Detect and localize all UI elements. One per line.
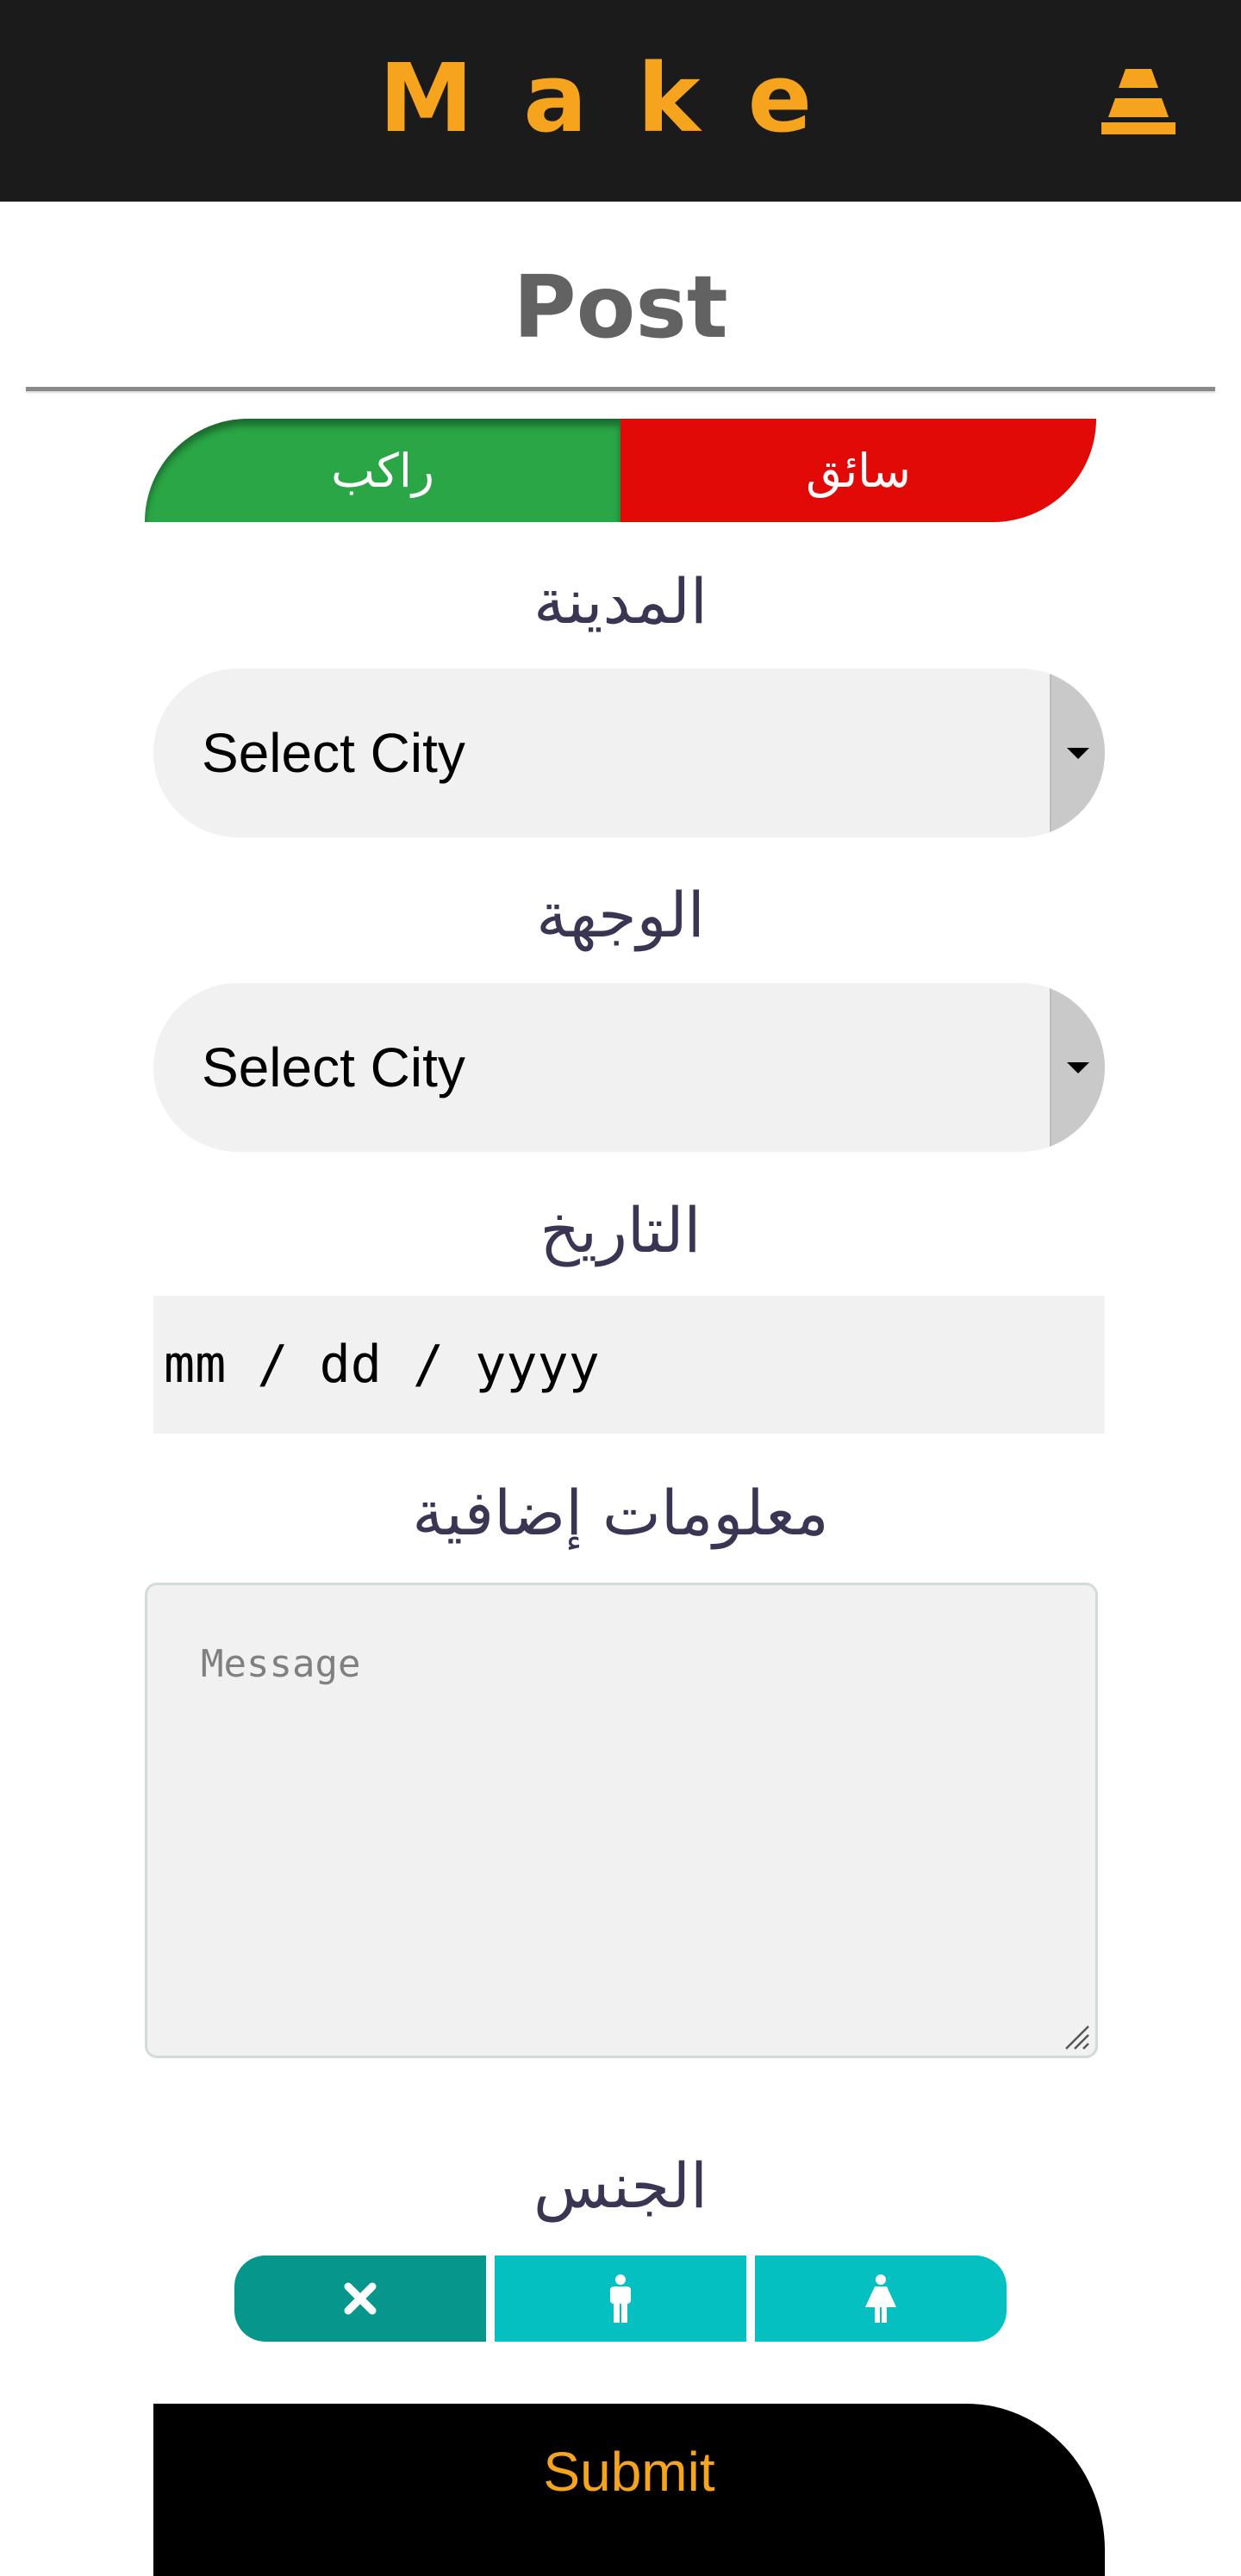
title-divider	[26, 387, 1215, 391]
date-input[interactable]: mm / dd / yyyy	[153, 1296, 1105, 1434]
destination-label: الوجهة	[536, 879, 705, 951]
brand-title: Make	[378, 43, 863, 153]
cone-icon[interactable]	[1101, 69, 1176, 134]
female-icon	[865, 2274, 896, 2323]
destination-select-value: Select City	[202, 1036, 465, 1098]
date-input-value: mm / dd / yyyy	[164, 1335, 600, 1395]
driver-toggle-button[interactable]: سائق	[620, 419, 1096, 522]
destination-select[interactable]: Select City	[153, 983, 1105, 1152]
male-icon	[610, 2274, 631, 2323]
app-header: Make	[0, 0, 1241, 202]
close-icon	[344, 2282, 377, 2315]
gender-selector	[234, 2256, 1007, 2342]
date-label: التاريخ	[539, 1194, 702, 1266]
gender-none-button[interactable]	[234, 2256, 486, 2342]
city-select[interactable]: Select City	[153, 669, 1105, 837]
page-title: Post	[513, 257, 728, 358]
chevron-down-icon[interactable]	[1050, 669, 1105, 837]
extra-info-label: معلومات إضافية	[412, 1477, 829, 1549]
gender-female-button[interactable]	[755, 2256, 1007, 2342]
city-label: المدينة	[533, 565, 708, 638]
city-select-value: Select City	[202, 722, 465, 784]
submit-button[interactable]: Submit	[153, 2404, 1105, 2576]
gender-label: الجنس	[533, 2150, 708, 2222]
chevron-down-icon[interactable]	[1050, 983, 1105, 1152]
rider-toggle-button[interactable]: راكب	[145, 419, 620, 522]
gender-male-button[interactable]	[495, 2256, 746, 2342]
role-toggle: راكب سائق	[145, 419, 1096, 522]
message-textarea[interactable]: Message	[145, 1583, 1098, 2058]
resize-grip-icon[interactable]	[1061, 2021, 1090, 2050]
message-placeholder: Message	[201, 1642, 361, 1686]
